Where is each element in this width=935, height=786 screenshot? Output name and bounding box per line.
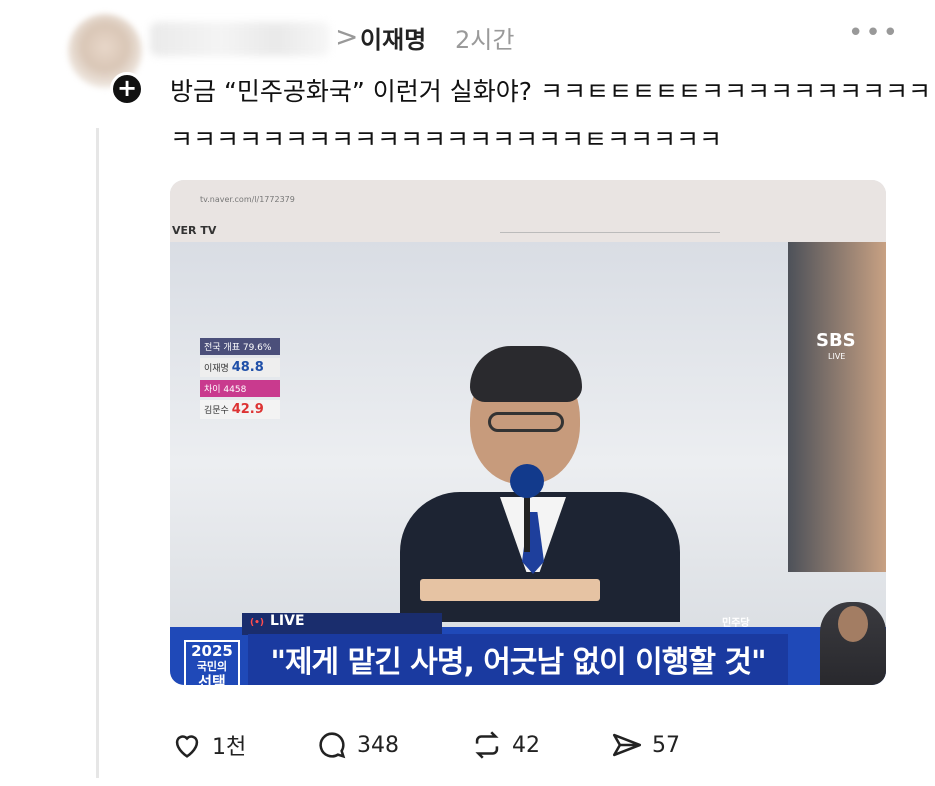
candidate-1-pct: 48.8: [231, 360, 264, 375]
like-button[interactable]: 1천: [170, 728, 246, 762]
speaker-glasses: [488, 412, 564, 432]
browser-url: tv.naver.com/l/1772379: [200, 195, 295, 204]
share-icon: [612, 733, 642, 757]
comment-icon: [319, 732, 346, 759]
chevron-right-icon: >: [335, 20, 359, 53]
broadcast-caption: "제게 맡긴 사명, 어긋남 없이 이행할 것": [248, 634, 788, 685]
score-gap: 차이 4458: [200, 380, 280, 397]
blurred-username[interactable]: [150, 22, 330, 56]
election-badge: 2025 국민의 선택: [184, 640, 240, 685]
live-dot-icon: (•): [250, 618, 264, 628]
score-count: 전국 개표 79.6%: [200, 338, 280, 355]
score-candidate-2: 김문수 42.9: [200, 400, 280, 419]
live-tag: (•) LIVE: [242, 613, 442, 635]
repost-button[interactable]: 42: [470, 728, 540, 762]
badge-line3: 선택: [198, 673, 226, 685]
browser-bar: tv.naver.com/l/1772379 VER TV: [170, 180, 886, 242]
microphone: [510, 464, 544, 498]
candidate-2-pct: 42.9: [231, 402, 264, 417]
heart-icon: [175, 735, 199, 758]
comment-button[interactable]: 348: [315, 728, 399, 762]
repost-count: 42: [512, 732, 540, 758]
score-candidate-1: 이재명 48.8: [200, 358, 280, 377]
badge-line2: 국민의: [196, 660, 228, 673]
thread-line: [96, 128, 99, 778]
post-timestamp: 2시간: [455, 26, 515, 54]
share-count: 57: [652, 732, 680, 758]
badge-year: 2025: [191, 642, 233, 660]
candidate-1-name: 이재명: [204, 364, 229, 374]
site-logo: VER TV: [172, 224, 217, 237]
post-text-line-1: 방금 “민주공화국” 이런거 실화야? ㅋㅋㅌㅌㅌㅌㅌㅋㅋㅋㅋㅋㅋㅋㅋㅋㅋ: [170, 77, 931, 106]
mic-stand: [524, 492, 530, 552]
live-label: LIVE: [269, 613, 305, 629]
site-search-box: [500, 218, 720, 233]
channel-logo: SBS: [816, 330, 856, 351]
action-bar: 1천 348 42 57: [170, 728, 770, 768]
more-icon[interactable]: •••: [848, 18, 900, 48]
follow-plus-icon[interactable]: +: [110, 72, 144, 106]
podium: [420, 579, 600, 601]
sbs-background-panel: [788, 242, 886, 572]
post-text-line-2: ㅋㅋㅋㅋㅋㅋㅋㅋㅋㅋㅋㅋㅋㅋㅋㅋㅋㅋㅌㅋㅋㅋㅋㅋ: [170, 125, 723, 154]
comment-count: 348: [357, 732, 399, 758]
channel-live-sub: LIVE: [828, 352, 846, 361]
share-button[interactable]: 57: [610, 728, 680, 762]
party-logo: 민주당: [722, 618, 750, 629]
like-count: 1천: [212, 735, 247, 760]
candidate-2-name: 김문수: [204, 406, 229, 416]
post-image[interactable]: tv.naver.com/l/1772379 VER TV 전국 개표 79.6…: [170, 180, 886, 685]
broadcast-stage: 전국 개표 79.6% 이재명 48.8 차이 4458 김문수 42.9 SB…: [170, 242, 886, 685]
repost-icon: [475, 731, 499, 759]
speaker-hair: [470, 346, 582, 402]
scoreboard: 전국 개표 79.6% 이재명 48.8 차이 4458 김문수 42.9: [200, 338, 280, 422]
reply-author-name[interactable]: 이재명: [360, 20, 426, 55]
interpreter-face: [838, 606, 868, 642]
